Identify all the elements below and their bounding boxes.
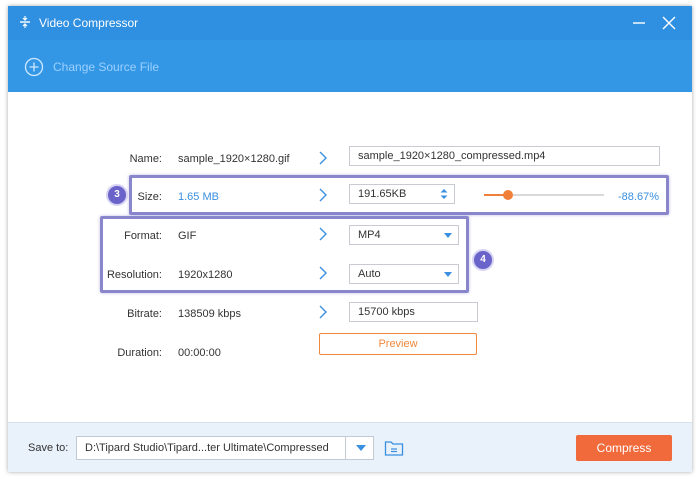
window-title: Video Compressor — [39, 16, 139, 30]
save-to-label: Save to: — [28, 442, 69, 454]
save-path-field[interactable]: D:\Tipard Studio\Tipard...ter Ultimate\C… — [76, 436, 374, 460]
toolbar: Change Source File — [8, 40, 692, 92]
output-bitrate-field[interactable]: 15700 kbps — [349, 302, 478, 322]
compressor-settings: Name: sample_1920×1280.gif sample_1920×1… — [8, 92, 692, 422]
minimize-icon[interactable] — [630, 14, 648, 32]
dropdown-arrow-icon — [356, 445, 366, 451]
source-bitrate-value: 138509 kbps — [178, 308, 241, 320]
source-name-value: sample_1920×1280.gif — [178, 153, 290, 165]
compress-button[interactable]: Compress — [576, 435, 672, 461]
close-icon[interactable] — [660, 14, 678, 32]
duration-label: Duration: — [117, 347, 162, 359]
add-circle-icon — [24, 57, 44, 77]
source-duration-value: 00:00:00 — [178, 347, 221, 359]
format-resolution-highlight — [100, 216, 469, 293]
change-source-file-button[interactable]: Change Source File — [24, 56, 159, 78]
chevron-right-icon — [319, 151, 327, 165]
open-folder-icon[interactable] — [384, 439, 404, 457]
footer-bar: Save to: D:\Tipard Studio\Tipard...ter U… — [8, 422, 692, 472]
title-bar: Video Compressor — [8, 6, 692, 40]
save-path-dropdown-button[interactable] — [345, 436, 374, 460]
size-row-highlight — [129, 175, 669, 215]
callout-badge-4: 4 — [472, 249, 494, 271]
video-compressor-window: Video Compressor Change Source File Name… — [8, 6, 692, 472]
change-source-file-label: Change Source File — [53, 60, 160, 74]
output-name-field[interactable]: sample_1920×1280_compressed.mp4 — [349, 146, 660, 166]
preview-button[interactable]: Preview — [319, 333, 477, 355]
compress-app-icon — [20, 16, 30, 28]
bitrate-label: Bitrate: — [127, 308, 162, 320]
name-label: Name: — [129, 153, 162, 165]
chevron-right-icon — [319, 305, 327, 319]
callout-badge-3: 3 — [106, 184, 128, 206]
save-path-value: D:\Tipard Studio\Tipard...ter Ultimate\C… — [85, 442, 329, 454]
